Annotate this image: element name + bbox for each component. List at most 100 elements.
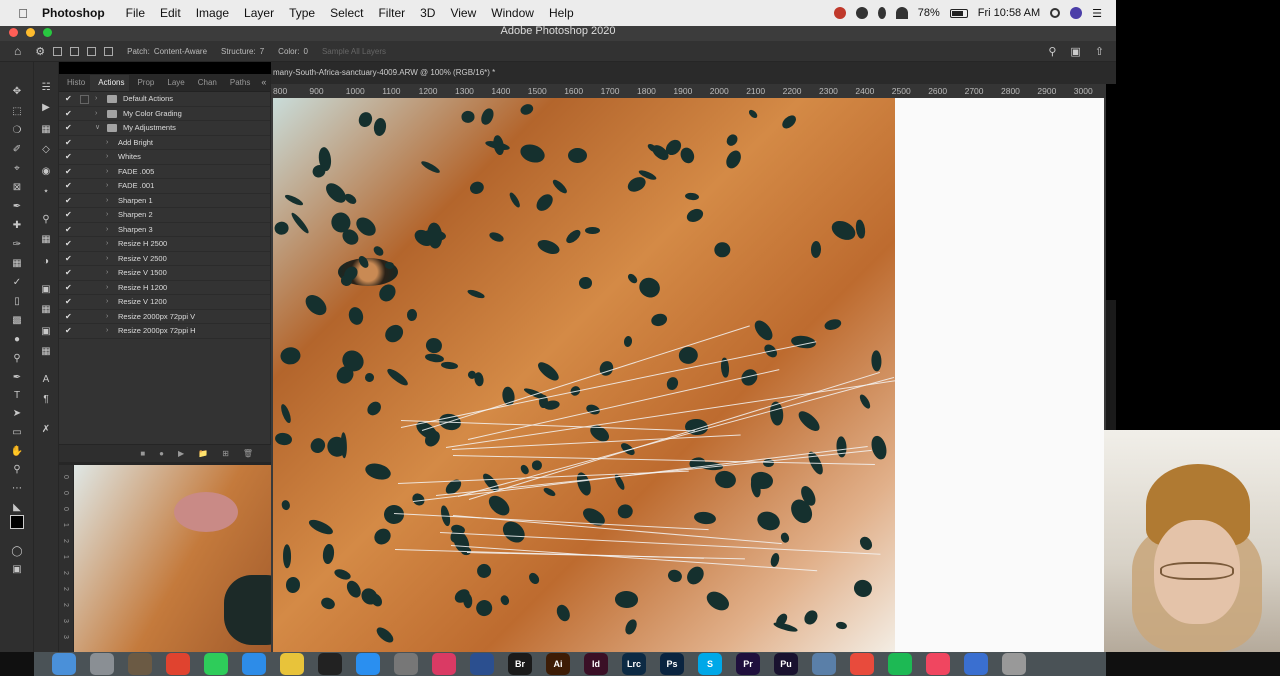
lasso-tool-icon[interactable]: ❍ <box>10 125 24 137</box>
quick-selection-tool-icon[interactable]: ✐ <box>10 144 24 156</box>
dock-app-settings-icon[interactable] <box>394 653 418 675</box>
dock-app-finder-icon[interactable] <box>52 653 76 675</box>
dock-app-pr-icon[interactable]: Pr <box>736 653 760 675</box>
dock-app-ps-icon[interactable]: Ps <box>660 653 684 675</box>
actions-panel-icon[interactable]: ▶ <box>39 102 53 114</box>
action-row[interactable]: ✔ › Add Bright <box>59 136 270 151</box>
marquee-tool-icon[interactable]: ⬚ <box>10 106 24 118</box>
screen-mode-icon[interactable]: ▣ <box>10 564 24 576</box>
action-enabled-checkmark[interactable]: ✔ <box>65 208 72 223</box>
zoom-tool-icon[interactable]: ⚲ <box>10 464 24 476</box>
dock-app-notes-icon[interactable] <box>280 653 304 675</box>
action-enabled-checkmark[interactable]: ✔ <box>65 281 72 296</box>
dock-app-ai-icon[interactable]: Ai <box>546 653 570 675</box>
expand-chevron-icon[interactable]: › <box>106 252 108 267</box>
navigator-panel-icon[interactable]: ▦ <box>39 304 53 316</box>
collapse-panel-icon[interactable]: « <box>255 77 272 91</box>
eyedropper-tool-icon[interactable]: ✒ <box>10 201 24 213</box>
dock-app-downloads-icon[interactable] <box>964 653 988 675</box>
apple-menu-icon[interactable]:  <box>16 6 30 21</box>
history-brush-tool-icon[interactable]: ✓ <box>10 277 24 289</box>
expand-chevron-icon[interactable]: › <box>106 295 108 310</box>
crop-tool-icon[interactable]: ⌖ <box>10 163 24 175</box>
action-row[interactable]: ✔ › Resize 2000px 72ppi H <box>59 324 270 339</box>
tab-paths[interactable]: Paths <box>222 78 255 91</box>
dock-app-photos-icon[interactable] <box>812 653 836 675</box>
dock-app-lrc-icon[interactable]: Lrc <box>622 653 646 675</box>
action-row[interactable]: ✔ › Sharpen 3 <box>59 223 270 238</box>
action-row[interactable]: ✔ › Resize V 1200 <box>59 295 270 310</box>
close-window-button[interactable] <box>9 28 18 37</box>
rectangle-tool-icon[interactable]: ▭ <box>10 427 24 439</box>
dock-app-calendar-icon[interactable] <box>850 653 874 675</box>
type-tool-icon[interactable]: T <box>10 390 24 402</box>
dialog-toggle-icon[interactable] <box>80 95 89 104</box>
record-button[interactable]: ● <box>159 449 164 458</box>
dock-app-app-store-icon[interactable] <box>356 653 380 675</box>
channels-panel-icon[interactable]: ◉ <box>39 166 53 178</box>
dock-app-pu-icon[interactable]: Pu <box>774 653 798 675</box>
expand-chevron-icon[interactable]: › <box>106 208 108 223</box>
expand-chevron-icon[interactable]: › <box>106 165 108 180</box>
action-enabled-checkmark[interactable]: ✔ <box>65 295 72 310</box>
dock-app-music-icon[interactable] <box>926 653 950 675</box>
document-tab[interactable]: many-South-Africa-sanctuary-4009.ARW @ 1… <box>271 62 1116 84</box>
dodge-tool-icon[interactable]: ⚲ <box>10 353 24 365</box>
action-row[interactable]: ✔ › Resize 2000px 72ppi V <box>59 310 270 325</box>
zoom-window-button[interactable] <box>43 28 52 37</box>
sample-all-layers-checkbox[interactable]: Sample All Layers <box>322 47 386 56</box>
delete-action-button[interactable]: 🗑 <box>243 449 253 458</box>
tab-history[interactable]: Histo <box>59 78 90 91</box>
subtract-selection-icon[interactable] <box>87 46 97 56</box>
paragraph-panel-icon[interactable]: ¶ <box>39 394 53 406</box>
action-enabled-checkmark[interactable]: ✔ <box>65 107 72 122</box>
dock-app-safari-icon[interactable] <box>242 653 266 675</box>
expand-chevron-icon[interactable]: › <box>106 266 108 281</box>
expand-chevron-icon[interactable]: › <box>106 281 108 296</box>
tab-actions[interactable]: Actions <box>90 75 130 91</box>
color-panel-icon[interactable]: ▦ <box>39 234 53 246</box>
dock-app-lightroom-icon[interactable] <box>470 653 494 675</box>
dock-app-trash-icon[interactable] <box>1002 653 1026 675</box>
expand-chevron-icon[interactable]: › <box>106 150 108 165</box>
action-enabled-checkmark[interactable]: ✔ <box>65 252 72 267</box>
action-set-row[interactable]: ✔ › My Color Grading <box>59 107 270 122</box>
expand-chevron-icon[interactable]: › <box>106 136 108 151</box>
tab-channels[interactable]: Chan <box>190 78 222 91</box>
action-enabled-checkmark[interactable]: ✔ <box>65 223 72 238</box>
patch-dropdown[interactable]: Content-Aware <box>154 47 207 56</box>
document-canvas[interactable] <box>271 98 1106 652</box>
new-action-button[interactable]: ⊞ <box>222 449 229 458</box>
menu-app-name[interactable]: Photoshop <box>42 6 116 20</box>
menubar-clock[interactable]: Fri 10:58 AM <box>978 7 1040 19</box>
hand-tool-icon[interactable]: ✋ <box>10 446 24 458</box>
gradient-tool-icon[interactable]: ▩ <box>10 315 24 327</box>
menu-layer[interactable]: Layer <box>244 6 285 20</box>
siri-icon[interactable] <box>1070 7 1083 19</box>
path-selection-tool-icon[interactable]: ➤ <box>10 408 24 420</box>
dock-app-chrome-icon[interactable] <box>166 653 190 675</box>
expand-chevron-icon[interactable]: › <box>95 92 97 107</box>
dock-app-br-icon[interactable]: Br <box>508 653 532 675</box>
menu-image[interactable]: Image <box>196 6 240 20</box>
action-enabled-checkmark[interactable]: ✔ <box>65 310 72 325</box>
action-enabled-checkmark[interactable]: ✔ <box>65 324 72 339</box>
menu-help[interactable]: Help <box>549 6 585 20</box>
expand-chevron-icon[interactable]: › <box>95 107 97 122</box>
new-selection-icon[interactable] <box>53 46 63 56</box>
tab-layers[interactable]: Laye <box>159 78 189 91</box>
play-button[interactable]: ▶ <box>178 449 184 458</box>
character-panel-icon[interactable]: A <box>39 374 53 386</box>
grid-panel-icon[interactable]: ▦ <box>39 346 53 358</box>
eraser-tool-icon[interactable]: ▯ <box>10 296 24 308</box>
expand-chevron-icon[interactable]: › <box>106 223 108 238</box>
swatches-panel-icon[interactable]: ◑ <box>39 256 53 268</box>
add-selection-icon[interactable] <box>70 46 80 56</box>
workspace-icon[interactable]: ▣ <box>1070 45 1080 58</box>
dock-app-preview-icon[interactable] <box>128 653 152 675</box>
battery-icon[interactable] <box>949 8 968 18</box>
search-icon[interactable]: ⚲ <box>1048 45 1056 58</box>
tab-properties[interactable]: Prop <box>129 78 159 91</box>
action-row[interactable]: ✔ › Sharpen 1 <box>59 194 270 208</box>
spotlight-search-icon[interactable] <box>1050 8 1061 18</box>
